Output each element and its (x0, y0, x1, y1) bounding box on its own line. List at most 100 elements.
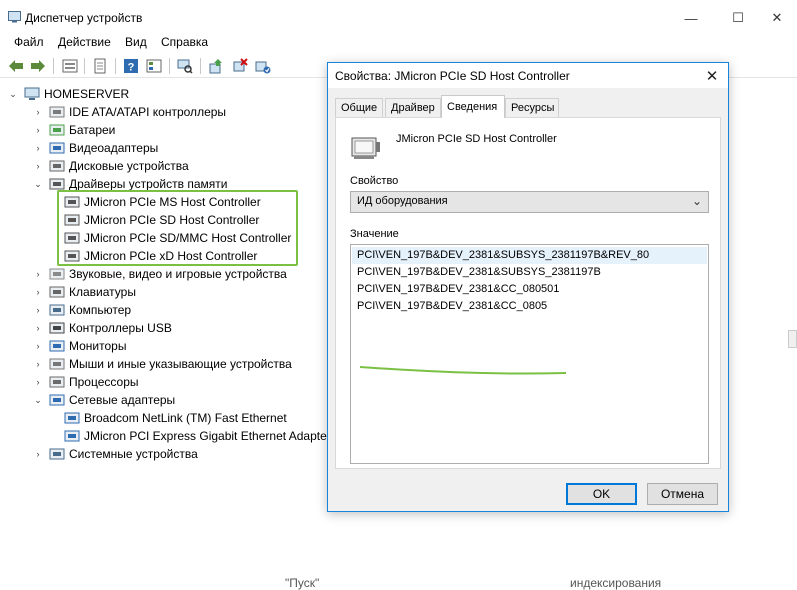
list-item[interactable]: PCI\VEN_197B&DEV_2381&SUBSYS_2381197B (352, 264, 707, 281)
chevron-down-icon[interactable]: ⌄ (8, 89, 18, 99)
chevron-right-icon[interactable]: › (33, 269, 43, 279)
tree-category-item[interactable]: › Контроллеры USB (33, 319, 172, 337)
value-list[interactable]: PCI\VEN_197B&DEV_2381&SUBSYS_2381197B&RE… (350, 244, 709, 464)
tree-category-item[interactable]: › Мониторы (33, 337, 127, 355)
processor-icon (49, 376, 65, 388)
chevron-right-icon[interactable]: › (33, 305, 43, 315)
tree-category-item[interactable]: › Мыши и иные указывающие устройства (33, 355, 292, 373)
tree-item-label: Дисковые устройства (69, 159, 189, 173)
green-underline (359, 366, 567, 375)
help-button[interactable]: ? (121, 56, 141, 76)
tree-category-item[interactable]: › Батареи (33, 121, 116, 139)
dialog-title: Свойства: JMicron PCIe SD Host Controlle… (335, 69, 570, 83)
ok-button-label: OK (592, 487, 611, 501)
tab-general[interactable]: Общие (335, 98, 383, 118)
tree-category-item[interactable]: › Видеоадаптеры (33, 139, 159, 157)
scrollbar-peek (788, 330, 797, 348)
tree-category-item[interactable]: › Клавиатуры (33, 283, 136, 301)
scan-hardware-icon (177, 59, 193, 74)
maximize-button[interactable]: ☐ (718, 4, 758, 32)
tab-details[interactable]: Сведения (441, 95, 505, 118)
monitor-icon (49, 340, 65, 352)
chevron-down-icon[interactable]: ⌄ (33, 395, 43, 405)
dialog-close-button[interactable]: ✕ (702, 66, 722, 86)
device-controller-icon (351, 137, 380, 159)
tree-item-label: Broadcom NetLink (TM) Fast Ethernet (84, 411, 287, 425)
details-view-button[interactable] (144, 56, 164, 76)
chevron-right-icon[interactable]: › (33, 125, 43, 135)
chevron-down-icon: ⌄ (691, 194, 702, 208)
chevron-right-icon[interactable]: › (33, 449, 43, 459)
back-arrow-icon (9, 60, 23, 72)
minimize-button[interactable]: — (671, 4, 711, 32)
device-manager-icon (8, 11, 21, 23)
tree-category-item[interactable]: › IDE ATA/ATAPI контроллеры (33, 103, 227, 121)
chevron-down-icon[interactable]: ⌄ (33, 179, 43, 189)
property-select[interactable]: ИД оборудования ⌄ (350, 191, 709, 213)
tab-driver-label: Драйвер (391, 102, 435, 114)
cancel-button[interactable]: Отмена (647, 483, 718, 505)
cancel-button-label: Отмена (660, 487, 705, 501)
tree-category-item[interactable]: › Компьютер (33, 301, 132, 319)
tree-category-item[interactable]: › Дисковые устройства (33, 157, 189, 175)
chevron-right-icon[interactable]: › (33, 161, 43, 171)
tree-item-label: Системные устройства (69, 447, 198, 461)
tree-category-item[interactable]: › Процессоры (33, 373, 139, 391)
tab-driver[interactable]: Драйвер (385, 98, 441, 118)
menu-file[interactable]: Файл (14, 35, 44, 49)
tree-child-item[interactable]: Broadcom NetLink (TM) Fast Ethernet (64, 409, 287, 427)
property-selected-value: ИД оборудования (357, 195, 448, 207)
tree-root-label: HOMESERVER (44, 87, 130, 101)
properties-dialog: Свойства: JMicron PCIe SD Host Controlle… (327, 62, 729, 512)
list-item[interactable]: PCI\VEN_197B&DEV_2381&CC_0805 (352, 298, 707, 315)
tree-category-item[interactable]: › Звуковые, видео и игровые устройства (33, 265, 287, 283)
computer-icon (24, 87, 40, 100)
show-hidden-icon (62, 59, 78, 73)
show-hidden-button[interactable] (60, 56, 80, 76)
close-icon: ✕ (771, 10, 783, 25)
chevron-right-icon[interactable]: › (33, 143, 43, 153)
back-button[interactable] (6, 56, 26, 76)
tab-resources[interactable]: Ресурсы (505, 98, 559, 118)
update-driver-button[interactable] (206, 56, 226, 76)
tree-item-label: Драйверы устройств памяти (69, 177, 228, 191)
menu-action[interactable]: Действие (58, 35, 111, 49)
tree-item-label: Клавиатуры (69, 285, 136, 299)
system-devices-icon (49, 448, 65, 460)
properties-button[interactable] (90, 56, 110, 76)
chevron-right-icon[interactable]: › (33, 287, 43, 297)
display-adapter-icon (49, 142, 65, 154)
chevron-right-icon[interactable]: › (33, 341, 43, 351)
tree-root[interactable]: ⌄ HOMESERVER (8, 85, 129, 103)
tree-category-item[interactable]: › Системные устройства (33, 445, 198, 463)
update-driver-icon (209, 59, 222, 74)
tree-item-label: Звуковые, видео и игровые устройства (69, 267, 287, 281)
menu-help[interactable]: Справка (161, 35, 208, 49)
tree-item-label: IDE ATA/ATAPI контроллеры (69, 105, 227, 119)
usb-icon (49, 322, 65, 334)
chevron-right-icon[interactable]: › (33, 377, 43, 387)
ok-button[interactable]: OK (566, 483, 637, 505)
close-button[interactable]: ✕ (757, 4, 797, 32)
tree-item-label: Сетевые адаптеры (69, 393, 176, 407)
chevron-right-icon[interactable]: › (33, 107, 43, 117)
tree-item-label: Мониторы (69, 339, 127, 353)
tree-child-item[interactable]: JMicron PCI Express Gigabit Ethernet Ada… (64, 427, 331, 445)
forward-button[interactable] (28, 56, 48, 76)
list-item[interactable]: PCI\VEN_197B&DEV_2381&SUBSYS_2381197B&RE… (352, 247, 707, 264)
network-card-icon (64, 430, 80, 442)
scan-hardware-button[interactable] (175, 56, 195, 76)
highlight-box (57, 190, 298, 266)
uninstall-button[interactable] (230, 56, 250, 76)
menu-view[interactable]: Вид (125, 35, 147, 49)
tree-category-item[interactable]: ⌄ Сетевые адаптеры (33, 391, 175, 409)
tree-item-label: Видеоадаптеры (69, 141, 159, 155)
details-view-icon (146, 59, 162, 73)
chevron-right-icon[interactable]: › (33, 323, 43, 333)
help-icon: ? (124, 59, 138, 74)
chevron-right-icon[interactable]: › (33, 359, 43, 369)
list-item[interactable]: PCI\VEN_197B&DEV_2381&CC_080501 (352, 281, 707, 298)
maximize-icon: ☐ (732, 10, 744, 25)
tree-item-label: Батареи (69, 123, 116, 137)
enable-device-button[interactable] (253, 56, 273, 76)
